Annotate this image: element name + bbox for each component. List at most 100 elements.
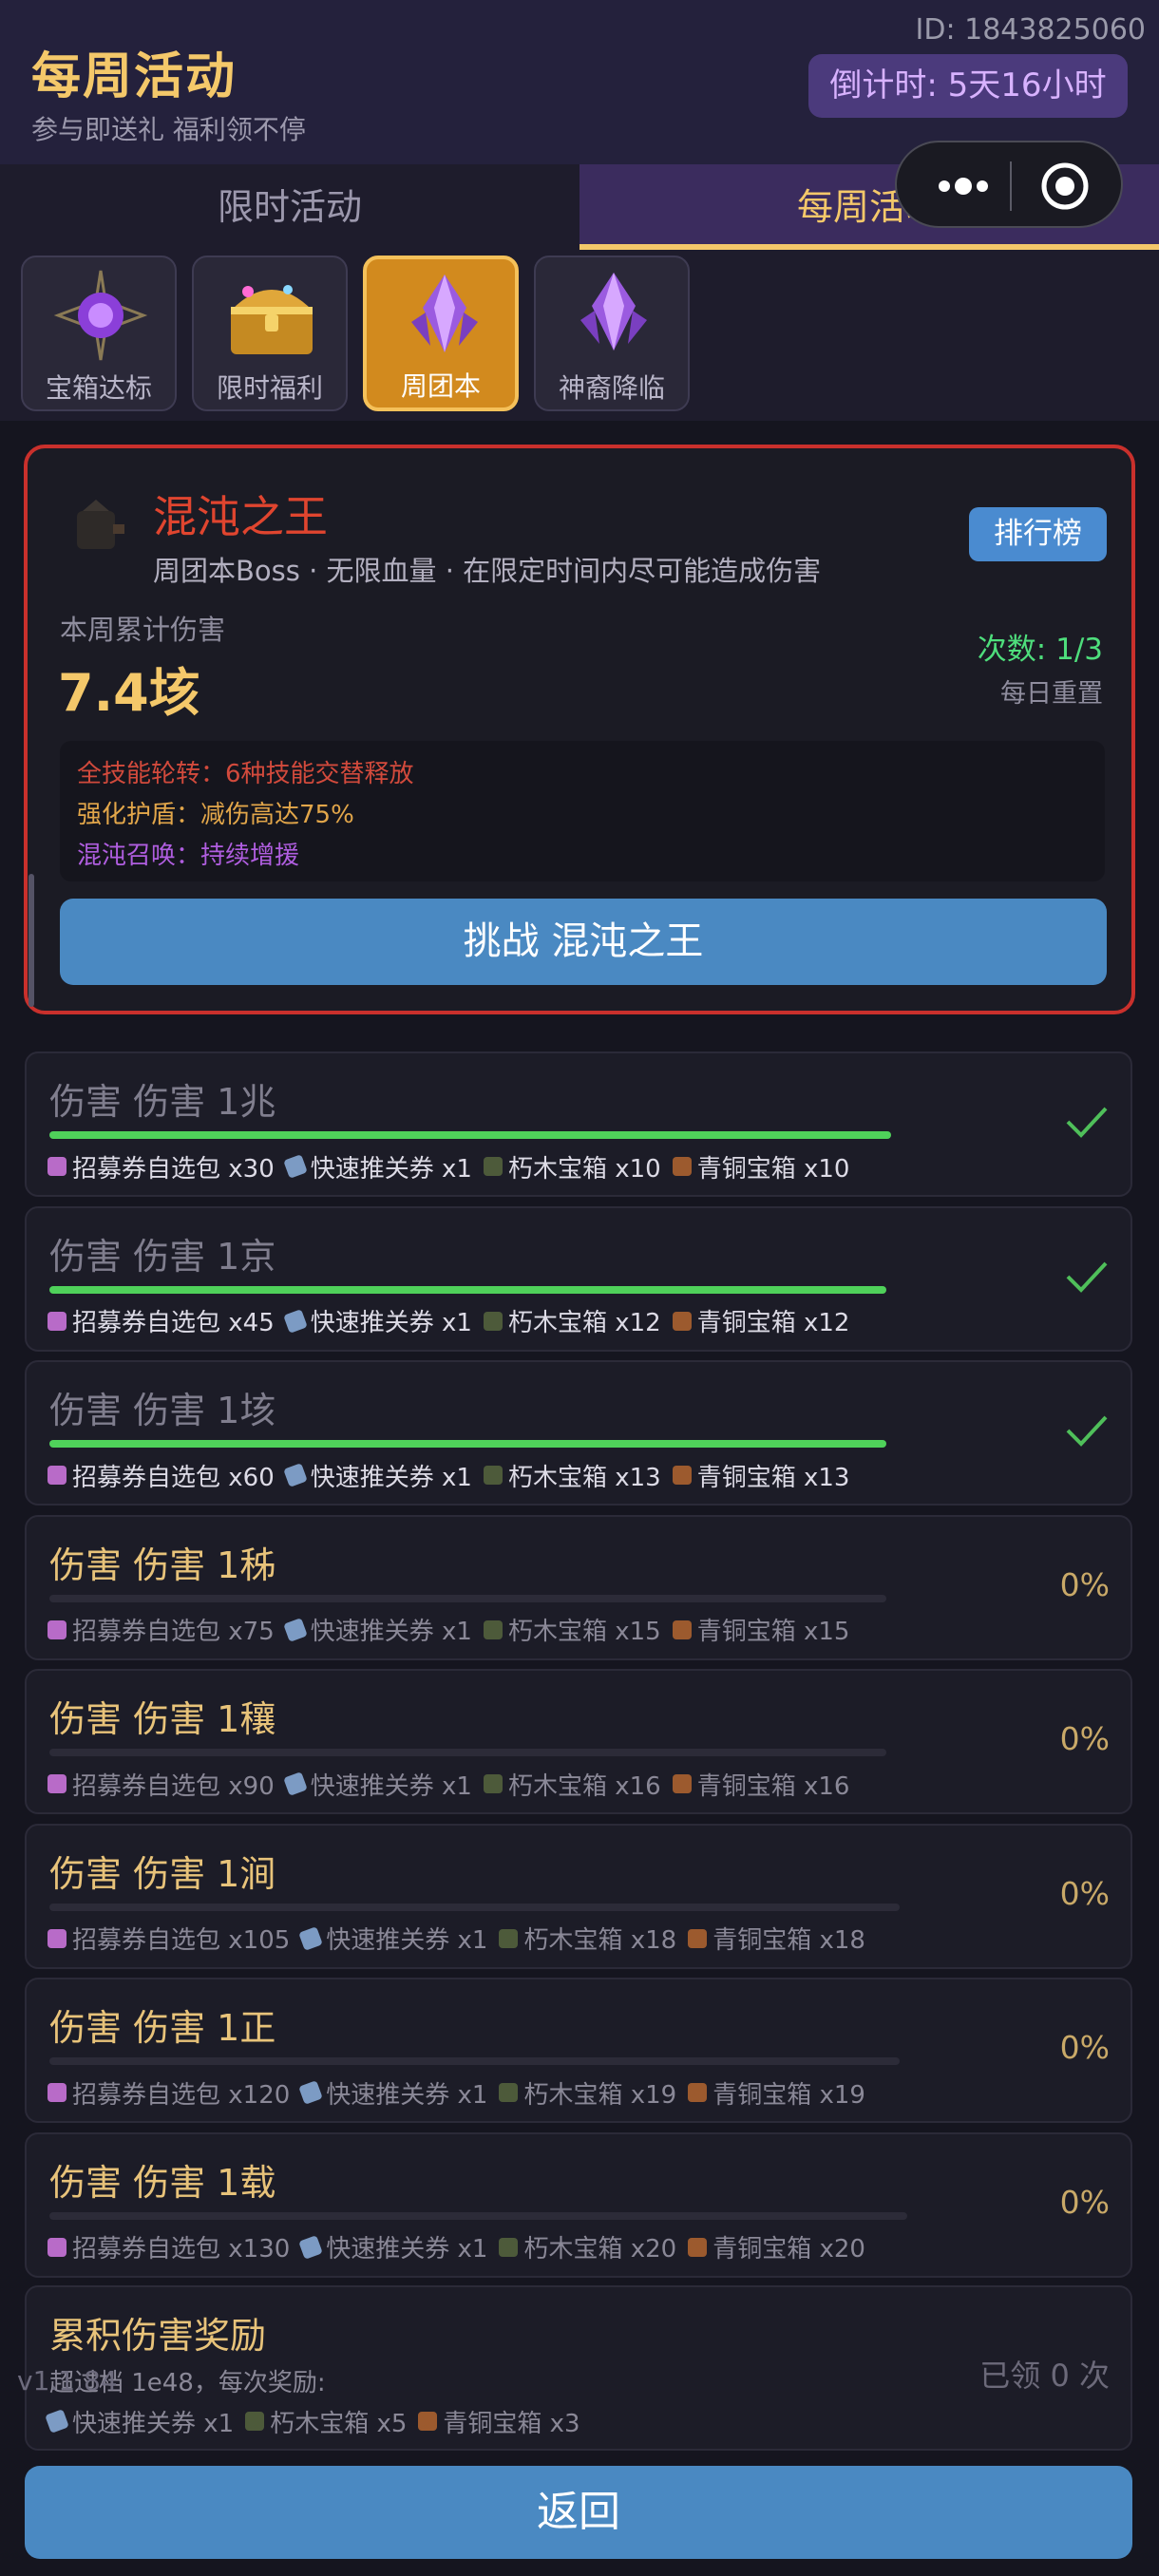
recruit-pack-icon (48, 1311, 66, 1331)
reward-item: 朽木宝箱 x20 (499, 2229, 676, 2264)
reward-item: 青铜宝箱 x18 (688, 1921, 865, 1956)
scrollbar-thumb[interactable] (28, 874, 34, 1007)
reward-text: 快速推关券 x1 (326, 2235, 488, 2263)
reward-item: 青铜宝箱 x19 (688, 2075, 865, 2111)
category-weekly-raid[interactable]: 周团本 (363, 256, 519, 411)
ticket-icon (282, 1308, 308, 1334)
tier-reward-items: 招募券自选包 x30 快速推关券 x1 朽木宝箱 x10 青铜宝箱 x10 (48, 1148, 861, 1184)
wooden-chest-icon (499, 1928, 519, 1948)
boss-name: 混沌之王 (153, 491, 328, 542)
reward-item: 招募券自选包 x130 (48, 2229, 290, 2264)
page-title: 每周活动 (31, 48, 238, 105)
reward-text: 快速推关券 x1 (310, 1154, 472, 1184)
reward-item: 朽木宝箱 x10 (483, 1149, 661, 1184)
reward-tier-row[interactable]: 伤害 伤害 1穰 招募券自选包 x90 快速推关券 x1 朽木宝箱 x16 青铜宝箱 x… (25, 1669, 1132, 1814)
category-strip: 宝箱达标 限时福利 周团本 神裔降临 (0, 250, 1159, 421)
reward-item: 招募券自选包 x45 (48, 1303, 275, 1338)
daily-reset-note: 每日重置 (1000, 679, 1103, 709)
tier-reward-items: 招募券自选包 x75 快速推关券 x1 朽木宝箱 x15 青铜宝箱 x15 (48, 1612, 861, 1648)
more-icon[interactable] (921, 142, 1006, 230)
reward-text: 青铜宝箱 x20 (712, 2235, 865, 2263)
category-divine-descent[interactable]: 神裔降临 (534, 256, 690, 411)
challenge-boss-button[interactable]: 挑战 混沌之王 (60, 899, 1107, 985)
boss-avatar-icon (77, 500, 124, 549)
tier-reward-items: 招募券自选包 x60 快速推关券 x1 朽木宝箱 x13 青铜宝箱 x13 (48, 1457, 861, 1493)
reward-tier-row[interactable]: 伤害 伤害 1京 招募券自选包 x45 快速推关券 x1 朽木宝箱 x12 青铜宝箱 x… (25, 1205, 1132, 1352)
recruit-pack-icon (48, 1928, 66, 1948)
reward-text: 青铜宝箱 x19 (712, 2080, 865, 2110)
reward-text: 朽木宝箱 x18 (523, 1926, 677, 1955)
reward-item: 快速推关券 x1 (282, 1149, 472, 1184)
tier-progress-bar (49, 1131, 891, 1139)
bronze-chest-icon (688, 2237, 708, 2257)
tier-reward-items: 招募券自选包 x90 快速推关券 x1 朽木宝箱 x16 青铜宝箱 x16 (48, 1766, 861, 1802)
wooden-chest-icon (483, 1774, 503, 1793)
category-label: 周团本 (400, 370, 481, 402)
tier-progress-bar (49, 2211, 907, 2220)
reward-text: 招募券自选包 x105 (72, 1926, 291, 1955)
reward-item: 朽木宝箱 x16 (483, 1767, 661, 1802)
reward-item: 快速推关券 x1 (282, 1458, 472, 1493)
user-id: ID: 1843825060 (915, 13, 1146, 47)
bronze-chest-icon (672, 1774, 692, 1793)
reward-text: 青铜宝箱 x10 (696, 1154, 850, 1184)
miniprogram-capsule (895, 141, 1123, 228)
bronze-chest-icon (672, 1619, 692, 1639)
wooden-chest-icon (483, 1311, 503, 1331)
reward-item: 青铜宝箱 x16 (672, 1767, 850, 1802)
reward-text: 青铜宝箱 x15 (696, 1618, 850, 1646)
tier-progress-fill (49, 1285, 886, 1294)
reward-text: 朽木宝箱 x16 (507, 1771, 661, 1801)
tab-limited-events[interactable]: 限时活动 (0, 164, 580, 250)
reward-tier-row[interactable]: 伤害 伤害 1载招募券自选包 x130 快速推关券 x1 朽木宝箱 x20 青铜宝箱 … (25, 2131, 1132, 2278)
tier-title: 伤害 伤害 1正 (49, 2007, 276, 2049)
category-limited-welfare[interactable]: 限时福利 (192, 256, 348, 411)
accumulated-reward-title: 累积伤害奖励 (49, 2315, 267, 2357)
reward-tier-row[interactable]: 伤害 伤害 1涧 招募券自选包 x105 快速推关券 x1 朽木宝箱 x18 青铜宝箱 … (25, 1823, 1132, 1969)
reward-item: 快速推关券 x1 (282, 1612, 472, 1647)
recruit-pack-icon (48, 1466, 66, 1485)
purple-orb-icon (53, 270, 148, 361)
reward-text: 青铜宝箱 x16 (696, 1771, 850, 1801)
reward-item: 快速推关券 x1 (298, 2229, 488, 2264)
ticket-icon (282, 1617, 308, 1642)
reward-text: 快速推关券 x1 (310, 1309, 472, 1337)
leaderboard-button[interactable]: 排行榜 (969, 507, 1107, 561)
reward-item: 快速推关券 x1 (298, 2075, 488, 2111)
reward-tier-row[interactable]: 伤害 伤害 1秭 招募券自选包 x75 快速推关券 x1 朽木宝箱 x15 青铜宝箱 x… (25, 1514, 1132, 1660)
bottom-bar: 返回 (0, 2451, 1159, 2576)
reward-tier-row[interactable]: 伤害 伤害 1垓招募券自选包 x60 快速推关券 x1 朽木宝箱 x13 青铜宝箱 x… (25, 1360, 1132, 1506)
wooden-chest-icon (483, 1157, 503, 1176)
reward-text: 快速推关券 x1 (310, 1771, 472, 1801)
reward-text: 青铜宝箱 x18 (712, 1926, 865, 1955)
back-button[interactable]: 返回 (25, 2466, 1132, 2559)
purple-crystal-icon (580, 273, 647, 350)
reward-tier-row[interactable]: 伤害 伤害 1正 招募券自选包 x120 快速推关券 x1 朽木宝箱 x19 青铜宝箱 … (25, 1978, 1132, 2123)
reward-tier-row[interactable]: 伤害 伤害 1兆 招募券自选包 x30 快速推关券 x1 朽木宝箱 x10 青铜宝箱 x… (25, 1051, 1132, 1197)
attempts-count: 次数: 1/3 (977, 633, 1103, 667)
tier-progress-bar (49, 1903, 900, 1911)
category-chest-target[interactable]: 宝箱达标 (21, 256, 177, 411)
tier-reward-items: 招募券自选包 x45 快速推关券 x1 朽木宝箱 x12 青铜宝箱 x12 (48, 1303, 861, 1339)
tier-title: 伤害 伤害 1载 (49, 2161, 276, 2204)
boss-card: 混沌之王 周团本Boss · 无限血量 · 在限定时间内尽可能造成伤害 排行榜 … (24, 445, 1135, 1014)
reward-text: 招募券自选包 x90 (72, 1771, 275, 1801)
tier-progress-fill (49, 1131, 891, 1139)
reward-text: 快速推关券 x1 (310, 1463, 472, 1492)
reward-item: 招募券自选包 x90 (48, 1767, 275, 1802)
reward-item: 青铜宝箱 x20 (688, 2229, 865, 2264)
reward-item: 青铜宝箱 x15 (672, 1612, 850, 1647)
reward-text: 快速推关券 x1 (326, 2080, 488, 2110)
recruit-pack-icon (48, 1157, 66, 1176)
reward-text: 朽木宝箱 x5 (270, 2409, 408, 2438)
tier-title: 伤害 伤害 1涧 (49, 1852, 276, 1895)
tier-title: 伤害 伤害 1垓 (49, 1390, 276, 1431)
checkmark-icon (1066, 1261, 1108, 1293)
reward-text: 招募券自选包 x75 (72, 1618, 275, 1646)
wooden-chest-icon (483, 1466, 503, 1485)
purple-crystal-icon (411, 275, 478, 352)
skill-line: 混沌召唤：持续增援 (77, 842, 300, 870)
bronze-chest-icon (672, 1311, 692, 1331)
bronze-chest-icon (688, 1928, 708, 1948)
close-miniprogram-icon[interactable] (1037, 159, 1092, 214)
